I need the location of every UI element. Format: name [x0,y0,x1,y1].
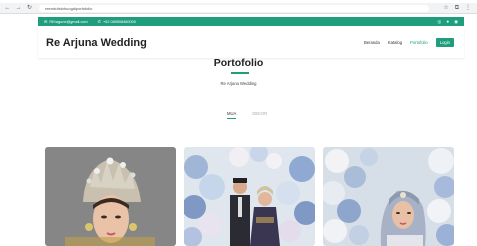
browser-toolbar: ← → ↻ reendufstohuogdiportofolio ☆ ⧉ ⋮ [0,3,477,14]
address-bar[interactable]: reendufstohuogdiportofolio [39,4,429,12]
nav-katalog[interactable]: Katalog [388,40,402,45]
back-icon[interactable]: ← [4,3,11,14]
mail-icon: ✉ [44,19,48,24]
title-underline [231,72,249,74]
facebook-icon[interactable]: ● [446,17,449,26]
main-nav: Beranda Katalog Portofolio Login [364,38,454,47]
tab-mua[interactable]: MUA [227,111,237,119]
menu-icon[interactable]: ⋮ [465,3,471,14]
phone-icon: ✆ [97,19,101,24]
whatsapp-icon[interactable]: ◉ [454,17,458,26]
login-button[interactable]: Login [435,38,454,47]
nav-beranda[interactable]: Beranda [364,40,380,45]
page-subtitle: Re Arjuna Wedding [220,81,257,86]
contact-email[interactable]: REragune@gmail.com [49,20,87,24]
page-title: Portofolio [213,57,264,69]
extensions-icon[interactable]: ⧉ [455,3,459,14]
portfolio-tabs: MUA DEKOR [227,111,267,119]
forward-icon[interactable]: → [15,3,22,14]
bride-portrait-photo[interactable] [45,147,176,246]
url-text: reendufstohuogdiportofolio [45,5,93,11]
reload-icon[interactable]: ↻ [26,3,33,14]
contact-phone[interactable]: +62 089508460000 [103,20,136,24]
tab-dekor[interactable]: DEKOR [252,111,267,119]
site-header: Re Arjuna Wedding Beranda Katalog Portof… [38,28,464,58]
star-icon[interactable]: ☆ [443,3,448,14]
contact-topbar: ✉ REragune@gmail.com ✆ +62 089508460000 … [38,17,464,26]
couple-decor-photo[interactable] [184,147,315,246]
bride-hijab-photo[interactable] [323,147,454,246]
brand-logo-text[interactable]: Re Arjuna Wedding [46,37,147,49]
nav-portofolio[interactable]: Portofolio [410,40,428,45]
instagram-icon[interactable]: ◎ [437,17,441,26]
